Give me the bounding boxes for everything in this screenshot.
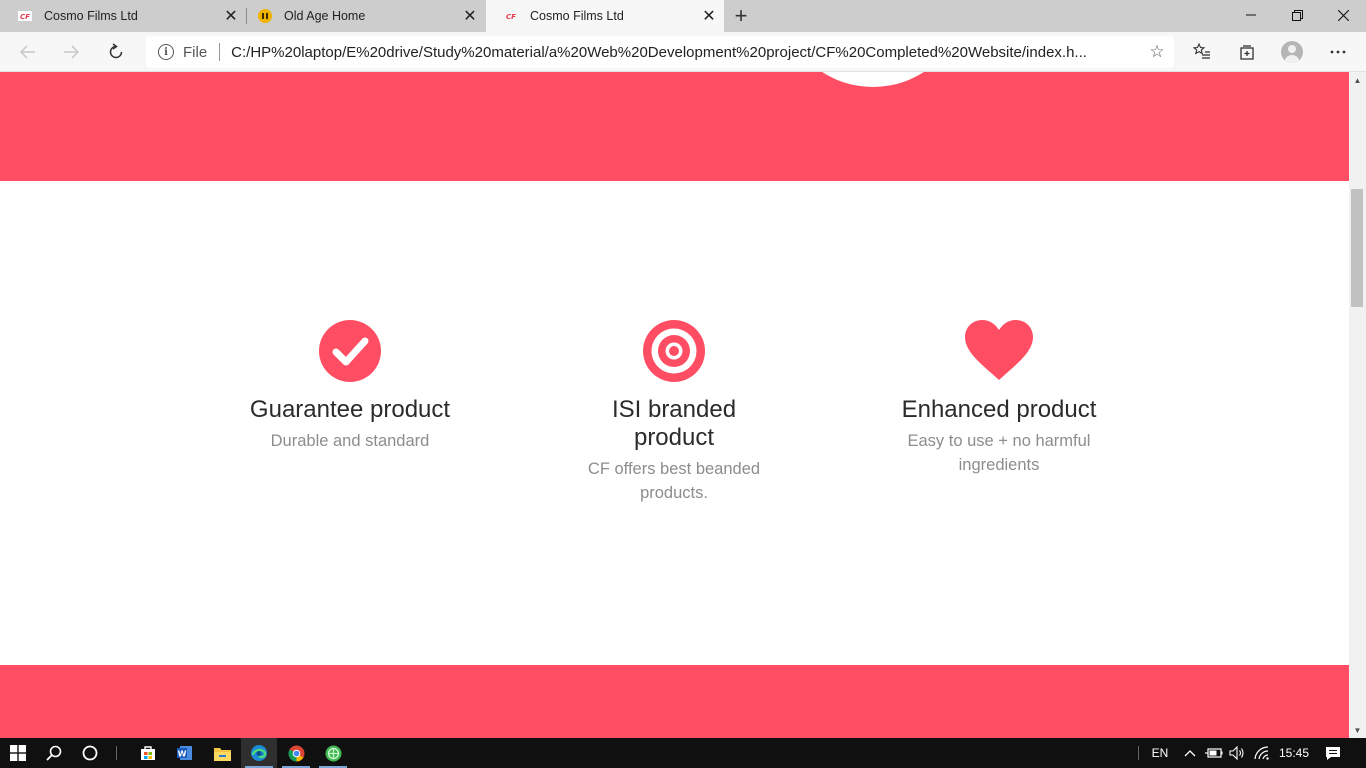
scroll-thumb[interactable] [1351,189,1363,307]
scroll-up-icon[interactable]: ▲ [1349,72,1366,88]
feature-guarantee: Guarantee product Durable and standard [225,320,475,453]
close-icon [1337,9,1349,21]
feature-description: CF offers best beanded products. [587,460,761,502]
close-icon[interactable]: ✕ [220,5,242,27]
page-scrollbar[interactable]: ▲ ▼ [1349,72,1366,738]
word-icon[interactable]: W [167,738,203,768]
app-icon[interactable] [315,738,351,768]
star-icon[interactable]: ☆ [1144,39,1170,65]
feature-title: ISI branded product [611,396,737,451]
tab-strip: CF Cosmo Films Ltd ✕ Old Age Home ✕ CF C… [0,0,1366,32]
language-indicator[interactable]: EN [1147,738,1173,768]
url-text[interactable]: C:/HP%20laptop/E%20drive/Study%20materia… [231,44,1144,61]
restore-button[interactable] [1274,0,1320,30]
close-icon[interactable]: ✕ [459,5,481,27]
battery-icon[interactable] [1203,738,1225,768]
minimize-icon [1246,14,1256,16]
tab-cosmo-films-1[interactable]: CF Cosmo Films Ltd ✕ [0,0,246,32]
feature-title: Guarantee product [249,396,451,423]
tab-title: Cosmo Films Ltd [530,9,624,23]
old-age-home-icon [258,9,272,23]
page-viewport: Guarantee product Durable and standard I… [0,72,1349,738]
collections-icon [1240,45,1254,60]
target-icon [549,320,799,382]
clock-time[interactable]: 15:45 [1276,738,1312,768]
svg-text:W: W [178,750,187,759]
wifi-icon[interactable] [1251,738,1273,768]
edge-icon[interactable] [241,738,277,768]
action-center-icon[interactable] [1318,738,1348,768]
heart-icon [874,320,1124,382]
collections-button[interactable] [1232,37,1262,67]
new-tab-button[interactable]: + [728,3,754,29]
arrow-left-icon [20,45,35,59]
info-icon[interactable]: i [158,44,174,60]
cf-logo-icon: CF [504,9,518,23]
tab-title: Cosmo Films Ltd [44,9,138,23]
profile-avatar[interactable] [1281,41,1303,63]
arrow-right-icon [64,45,79,59]
hero-circle-decoration [773,72,973,87]
close-icon[interactable]: ✕ [698,5,720,27]
tray-divider [1136,738,1140,768]
address-bar[interactable]: i File C:/HP%20laptop/E%20drive/Study%20… [146,36,1174,68]
store-icon[interactable] [130,738,166,768]
feature-isi-branded: ISI branded product CF offers best beand… [549,320,799,505]
refresh-button[interactable] [101,37,131,67]
feature-enhanced: Enhanced product Easy to use + no harmfu… [874,320,1124,477]
minimize-button[interactable] [1228,0,1274,30]
tab-old-age-home[interactable]: Old Age Home ✕ [240,0,485,32]
svg-text:CF: CF [506,13,516,21]
more-icon [1330,50,1346,54]
file-explorer-icon[interactable] [204,738,240,768]
address-divider [219,43,221,61]
tab-title: Old Age Home [284,9,366,23]
windows-start-icon[interactable] [0,738,36,768]
feature-description: Easy to use + no harmful ingredients [907,432,1091,474]
chrome-icon[interactable] [278,738,314,768]
svg-text:CF: CF [20,13,30,21]
scroll-down-icon[interactable]: ▼ [1349,722,1366,738]
cortana-icon[interactable] [72,738,108,768]
settings-menu-button[interactable] [1323,37,1353,67]
restore-icon [1291,9,1303,21]
check-circle-icon [225,320,475,382]
taskbar-divider [114,738,118,768]
browser-toolbar: i File C:/HP%20laptop/E%20drive/Study%20… [0,32,1366,72]
search-icon[interactable] [36,738,72,768]
favorites-button[interactable] [1187,37,1217,67]
feature-title: Enhanced product [901,396,1097,423]
cf-logo-icon: CF [18,9,32,23]
favorites-list-icon [1193,43,1210,59]
scheme-label: File [183,43,208,61]
forward-button[interactable] [56,37,86,67]
footer-band [0,665,1349,738]
volume-icon[interactable] [1227,738,1247,768]
tab-cosmo-films-active[interactable]: CF Cosmo Films Ltd ✕ [486,0,724,32]
back-button[interactable] [13,37,43,67]
hero-band [0,72,1349,181]
feature-description: Durable and standard [270,432,430,450]
windows-taskbar: W EN 15:45 [0,738,1366,768]
refresh-icon [109,43,123,59]
chevron-up-icon[interactable] [1180,738,1200,768]
close-window-button[interactable] [1320,0,1366,30]
